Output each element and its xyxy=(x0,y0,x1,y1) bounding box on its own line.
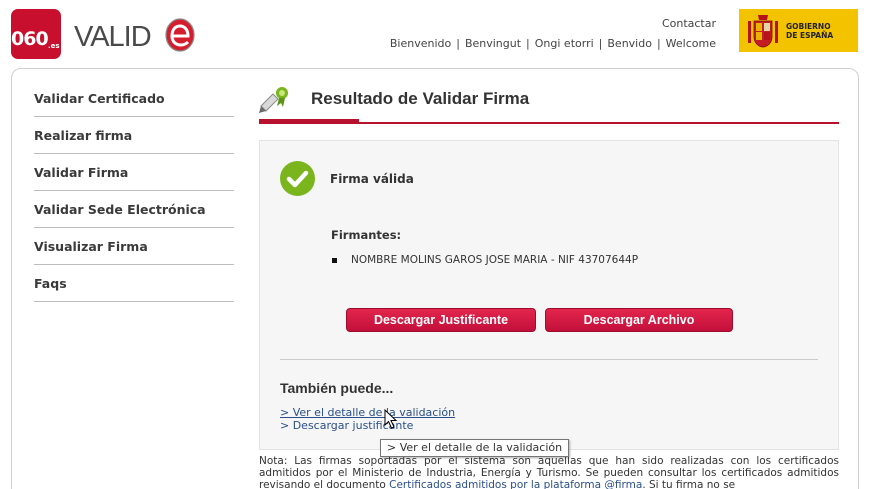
title-underline xyxy=(259,119,839,125)
coat-of-arms-icon xyxy=(748,15,778,48)
header: 060 .es VALID Contactar Bienvenido | Benvi… xyxy=(0,0,881,66)
lang-separator: | xyxy=(526,37,530,50)
gobierno-logo[interactable]: GOBIERNO DE ESPAÑA xyxy=(739,9,858,52)
divider xyxy=(280,359,818,360)
status-label: Firma válida xyxy=(330,172,414,186)
valid-check-icon xyxy=(280,161,315,196)
lang-eu[interactable]: Ongi etorri xyxy=(535,37,594,50)
signer-item: NOMBRE MOLINS GAROS JOSE MARIA - NIF 437… xyxy=(351,254,639,266)
logo-060-number: 060 xyxy=(11,28,49,50)
lang-ca[interactable]: Benvingut xyxy=(465,37,521,50)
gobierno-line2: DE ESPAÑA xyxy=(786,31,834,40)
lang-gl[interactable]: Benvido xyxy=(607,37,652,50)
title-underline-line xyxy=(259,122,839,124)
certificados-link[interactable]: Certificados admitidos por la plataforma… xyxy=(389,479,642,489)
page: 060 .es VALID Contactar Bienvenido | Benvi… xyxy=(0,0,881,489)
view-detail-link[interactable]: > Ver el detalle de la validación xyxy=(280,406,455,419)
also-heading: También puede... xyxy=(280,380,394,396)
gobierno-line1: GOBIERNO xyxy=(786,22,831,31)
logo-valide-text: VALID xyxy=(74,21,152,53)
sidebar-item-validar-firma[interactable]: Validar Firma xyxy=(34,154,234,191)
bullet-icon xyxy=(332,258,337,263)
lang-separator: | xyxy=(656,37,661,50)
gobierno-text: GOBIERNO DE ESPAÑA xyxy=(786,22,833,40)
tooltip: > Ver el detalle de la validación xyxy=(380,439,570,457)
sidebar-item-visualizar-firma[interactable]: Visualizar Firma xyxy=(34,228,234,265)
lang-separator: | xyxy=(456,37,460,50)
contact-link[interactable]: Contactar xyxy=(662,17,716,30)
mouse-pointer-icon xyxy=(384,409,398,429)
lang-separator: | xyxy=(598,37,603,50)
page-title: Resultado de Validar Firma xyxy=(311,89,530,108)
sidebar: Validar Certificado Realizar firma Valid… xyxy=(34,80,234,302)
result-panel xyxy=(259,140,839,450)
language-selector: Bienvenido | Benvingut | Ongi etorri | Benvido… xyxy=(390,37,716,50)
lang-en[interactable]: Welcome xyxy=(666,37,716,50)
sidebar-item-faqs[interactable]: Faqs xyxy=(34,265,234,302)
download-archivo-button[interactable]: Descargar Archivo xyxy=(545,308,733,332)
signers-heading: Firmantes: xyxy=(331,228,402,242)
lang-es[interactable]: Bienvenido xyxy=(390,37,451,50)
logo-valide-e-icon xyxy=(165,18,195,52)
sidebar-item-validar-sede[interactable]: Validar Sede Electrónica xyxy=(34,191,234,228)
footnote-text-end: . Si tu firma no se xyxy=(642,479,736,489)
signature-pen-icon xyxy=(259,87,288,113)
sidebar-item-realizar-firma[interactable]: Realizar firma xyxy=(34,117,234,154)
download-justificante-button[interactable]: Descargar Justificante xyxy=(346,308,536,332)
logo-060[interactable]: 060 .es xyxy=(11,9,61,59)
logo-060-domain: .es xyxy=(48,42,60,50)
footnote: Nota: Las firmas soportadas por el siste… xyxy=(259,455,839,489)
sidebar-item-validar-certificado[interactable]: Validar Certificado xyxy=(34,80,234,117)
